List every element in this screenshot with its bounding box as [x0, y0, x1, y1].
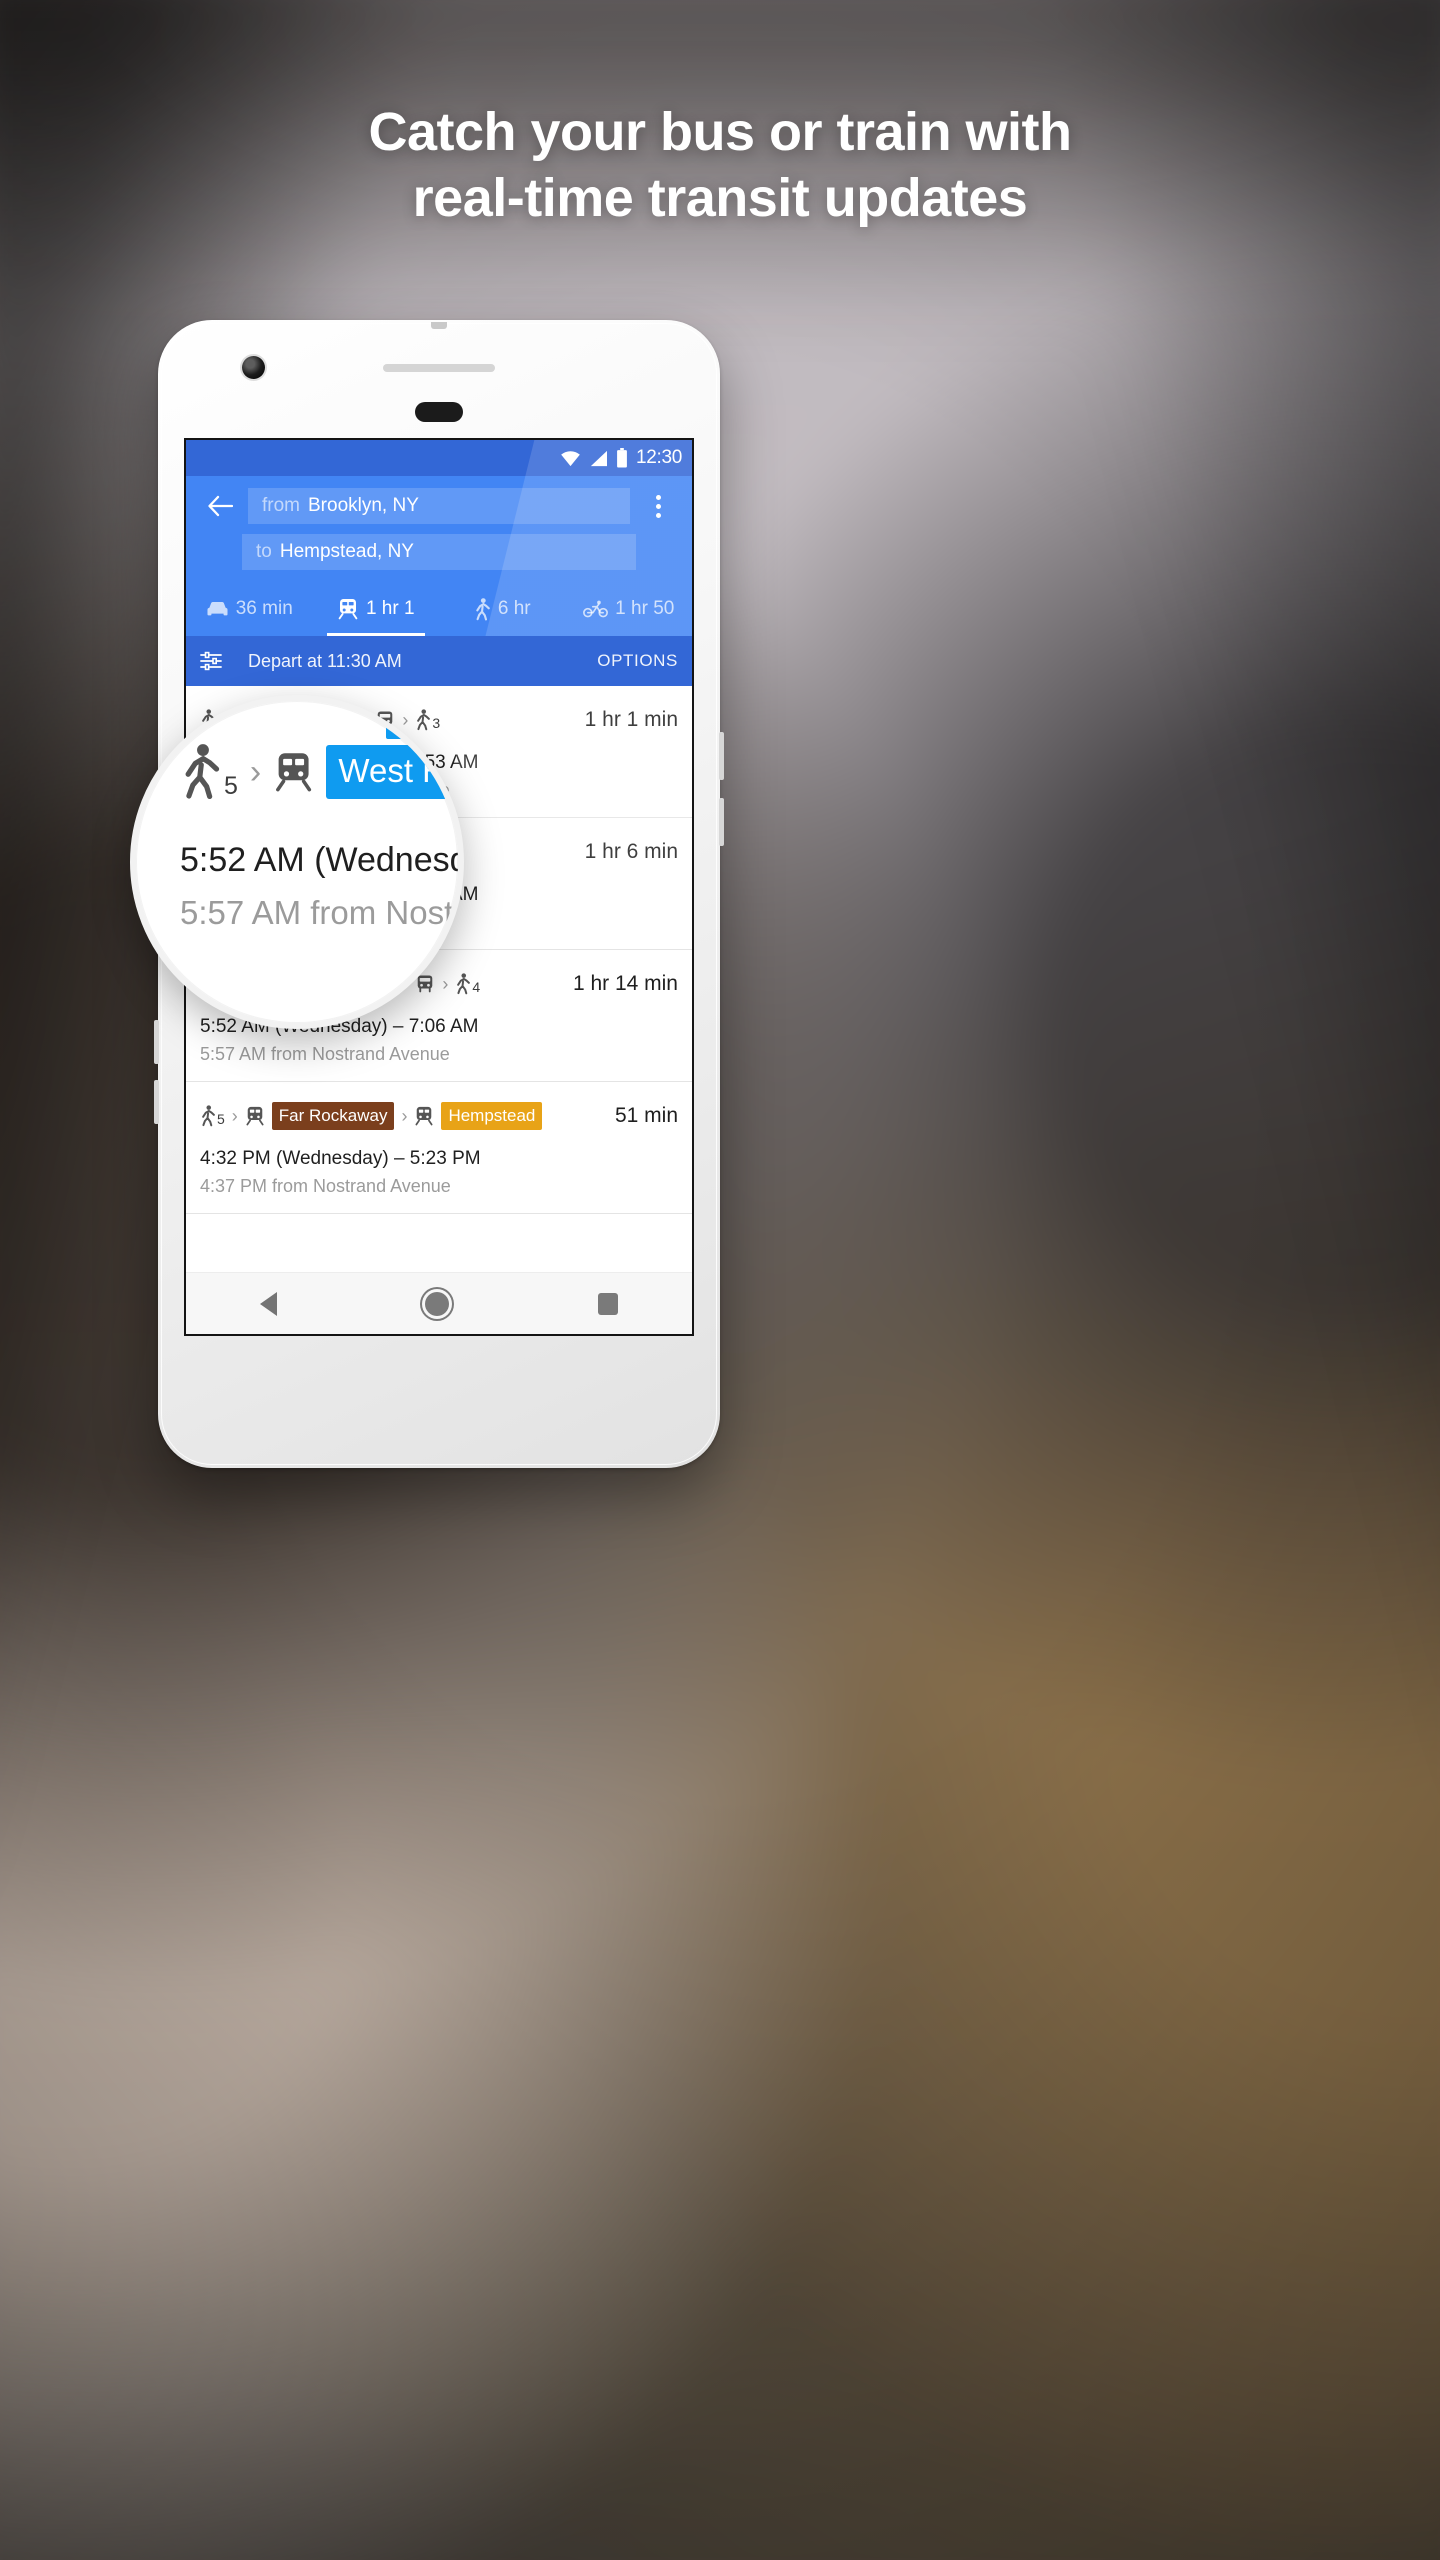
promo-screenshot: Catch your bus or train with real-time t… — [0, 0, 1440, 2560]
tab-transit[interactable]: 1 hr 1 — [313, 582, 440, 636]
line-badge: West H — [326, 745, 458, 799]
walk-icon — [476, 597, 490, 620]
magnifier-legs: 5 › West H — [180, 743, 458, 801]
leg-walk-minutes: 5 — [224, 772, 238, 800]
tab-driving-label: 36 min — [235, 598, 293, 619]
tab-cycling-label: 1 hr 50 — [615, 598, 675, 619]
nav-back-icon[interactable] — [260, 1291, 278, 1316]
tab-transit-label: 1 hr 1 — [365, 598, 415, 619]
origin-prefix-label: from — [262, 495, 300, 516]
chevron-right-icon: › — [401, 1106, 408, 1126]
nav-home-icon[interactable] — [425, 1291, 450, 1316]
volume-button[interactable] — [719, 732, 724, 780]
magnifier-time-range: 5:52 AM (Wednesda — [180, 841, 464, 879]
back-arrow-icon — [208, 495, 233, 517]
earpiece-speaker — [383, 364, 495, 372]
train-icon — [276, 753, 312, 792]
magnifier-content: 5 › West H 5:52 AM (Wednesda 5:57 AM fro… — [136, 701, 458, 1023]
depart-options-bar: Depart at 11:30 AM OPTIONS — [186, 636, 692, 686]
phone-antenna-nub — [431, 322, 447, 329]
left-button-lower[interactable] — [154, 1080, 159, 1124]
front-camera-icon — [242, 356, 265, 379]
magnifier-callout: ad › 5 › West H 5:52 AM (Wednesda 5:57 A… — [130, 695, 464, 1029]
route-time-range: 4:32 PM (Wednesday) – 5:23 PM — [200, 1148, 481, 1169]
magnifier-departure-note: 5:57 AM from Nost — [180, 894, 454, 931]
headline-line-2: real-time transit updates — [412, 167, 1028, 228]
tab-walking[interactable]: 6 hr — [439, 582, 566, 636]
destination-prefix-label: to — [256, 541, 272, 562]
kebab-dot-3 — [655, 512, 661, 518]
route-result-row[interactable]: 5 › Far Rockaway › Hempstead 51 min 4:32… — [186, 1082, 692, 1214]
walk-icon — [185, 744, 220, 800]
chevron-right-icon: › — [249, 753, 262, 791]
destination-input[interactable]: to Hempstead, NY — [242, 534, 636, 570]
leg-walk: 4 — [455, 973, 480, 995]
route-departure-note: 5:57 AM from Nostrand Avenue — [200, 1044, 450, 1064]
route-duration: 51 min — [614, 1104, 678, 1127]
left-button-upper[interactable] — [154, 1020, 159, 1064]
back-button[interactable] — [198, 484, 242, 528]
walk-icon — [202, 1105, 215, 1127]
depart-time-label[interactable]: Depart at 11:30 AM — [248, 651, 402, 672]
promo-headline: Catch your bus or train with real-time t… — [0, 100, 1440, 232]
chevron-right-icon: › — [231, 1106, 238, 1126]
leg-walk-minutes: 5 — [217, 1111, 225, 1127]
train-icon — [246, 1106, 264, 1126]
kebab-dot-1 — [655, 494, 661, 500]
destination-value: Hempstead, NY — [279, 541, 414, 562]
route-duration: 1 hr 6 min — [584, 840, 678, 863]
status-bar: 12:30 — [186, 440, 692, 476]
android-navigation-bar — [186, 1272, 692, 1334]
train-icon — [415, 1106, 433, 1126]
options-button[interactable]: OPTIONS — [597, 651, 678, 671]
origin-value: Brooklyn, NY — [308, 495, 419, 516]
overflow-menu-button[interactable] — [636, 484, 680, 528]
tab-walking-label: 6 hr — [497, 598, 531, 619]
tune-filter-icon[interactable] — [200, 651, 222, 671]
line-badge: Hempstead — [441, 1102, 543, 1130]
origin-input[interactable]: from Brooklyn, NY — [248, 488, 630, 524]
nav-recents-icon[interactable] — [597, 1292, 618, 1315]
power-button[interactable] — [719, 798, 724, 846]
train-icon — [338, 599, 358, 620]
status-bar-clock: 12:30 — [635, 447, 682, 468]
tab-cycling[interactable]: 1 hr 50 — [566, 582, 693, 636]
origin-row: from Brooklyn, NY — [186, 484, 692, 528]
destination-row: to Hempstead, NY — [186, 534, 692, 570]
battery-icon — [617, 448, 627, 468]
car-icon — [207, 601, 228, 615]
leg-walk: 5 — [200, 1105, 225, 1127]
cell-signal-icon — [590, 450, 607, 466]
route-duration: 1 hr 14 min — [572, 972, 678, 995]
wifi-icon — [561, 450, 580, 466]
bicycle-icon — [583, 600, 609, 618]
route-duration: 1 hr 1 min — [584, 708, 678, 731]
travel-mode-tabs: 36 min 1 hr 1 6 hr 1 hr 50 — [186, 582, 692, 636]
leg-walk: 5 — [180, 743, 238, 801]
leg-walk-minutes: 4 — [472, 979, 481, 995]
route-legs: 5 › Far Rockaway › Hempstead 51 min — [200, 1096, 678, 1136]
directions-app-bar: from Brooklyn, NY to Hempstead, NY 36 mi… — [186, 440, 692, 860]
route-departure-note: 4:37 PM from Nostrand Avenue — [200, 1176, 451, 1196]
sensor-bar — [415, 402, 463, 422]
tab-driving[interactable]: 36 min — [186, 582, 313, 636]
kebab-dot-2 — [655, 503, 661, 509]
headline-line-1: Catch your bus or train with — [368, 102, 1072, 162]
line-badge: Far Rockaway — [271, 1102, 395, 1130]
